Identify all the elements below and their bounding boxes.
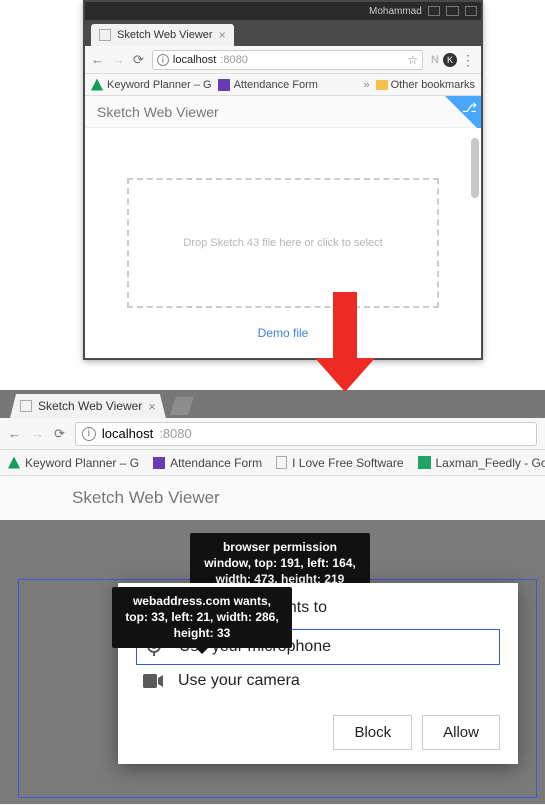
top-browser-window: Mohammad Sketch Web Viewer × ← → ⟳ i loc… xyxy=(83,0,483,360)
permission-row-camera: Use your camera xyxy=(136,665,500,697)
tooltip-inner-bounds: webaddress.com wants, top: 33, left: 21,… xyxy=(112,587,292,648)
close-window-button[interactable] xyxy=(465,6,477,16)
bookmark-star-icon[interactable]: ☆ xyxy=(407,53,418,67)
viewer-title: Sketch Web Viewer xyxy=(72,488,220,508)
url-port: :8080 xyxy=(159,426,192,441)
bookmark-keyword-planner[interactable]: Keyword Planner – G xyxy=(91,79,212,91)
close-tab-button[interactable]: × xyxy=(148,399,156,414)
new-tab-button[interactable] xyxy=(170,397,194,415)
camera-icon xyxy=(142,674,164,688)
site-info-icon[interactable]: i xyxy=(157,54,169,66)
minimize-button[interactable] xyxy=(428,6,440,16)
permission-cam-label: Use your camera xyxy=(178,672,300,690)
back-button[interactable]: ← xyxy=(91,52,104,67)
file-dropzone[interactable]: Drop Sketch 43 file here or click to sel… xyxy=(127,178,439,308)
window-user-label: Mohammad xyxy=(369,6,422,17)
demo-file-link[interactable]: Demo file xyxy=(258,326,309,340)
back-button[interactable]: ← xyxy=(8,426,21,441)
tab-strip: Sketch Web Viewer × xyxy=(0,390,545,418)
window-titlebar: Mohammad xyxy=(85,2,481,20)
github-corner[interactable]: ⎇ xyxy=(445,96,481,132)
bookmark-attendance-form[interactable]: Attendance Form xyxy=(218,79,318,91)
other-bookmarks-label: Other bookmarks xyxy=(391,79,475,91)
omnibox[interactable]: i localhost :8080 xyxy=(75,422,537,446)
tab-title: Sketch Web Viewer xyxy=(38,399,142,413)
scrollbar-thumb[interactable] xyxy=(471,138,479,198)
permission-actions: Block Allow xyxy=(136,715,500,750)
google-forms-icon xyxy=(218,79,230,91)
dropzone-text: Drop Sketch 43 file here or click to sel… xyxy=(183,237,382,249)
extension-icons: N K ⋮ xyxy=(431,53,475,67)
omnibox[interactable]: i localhost :8080 ☆ xyxy=(152,50,423,70)
adwords-icon xyxy=(91,79,103,91)
page-icon xyxy=(99,29,111,41)
forward-button[interactable]: → xyxy=(31,426,44,441)
red-arrow-annotation xyxy=(315,292,375,400)
profile-avatar-icon[interactable]: K xyxy=(443,53,457,67)
viewer-header: Sketch Web Viewer xyxy=(0,476,545,520)
permission-overlay-area: browser permission window, top: 191, lef… xyxy=(0,520,545,804)
reload-button[interactable]: ⟳ xyxy=(54,426,65,442)
allow-button[interactable]: Allow xyxy=(422,715,500,750)
tooltip-text: browser permission window, top: 191, lef… xyxy=(204,540,356,586)
bookmark-ilfs[interactable]: I Love Free Software xyxy=(276,456,403,470)
reload-button[interactable]: ⟳ xyxy=(133,52,144,68)
vertical-scrollbar[interactable] xyxy=(469,128,479,358)
google-forms-icon xyxy=(153,457,165,469)
page-icon xyxy=(20,400,32,412)
bookmark-label: I Love Free Software xyxy=(292,456,403,470)
url-port: :8080 xyxy=(220,54,248,66)
bookmark-label: Attendance Form xyxy=(170,456,262,470)
browser-tab[interactable]: Sketch Web Viewer × xyxy=(91,24,234,46)
bookmark-label: Keyword Planner – G xyxy=(107,79,212,91)
address-bar: ← → ⟳ i localhost :8080 ☆ N K ⋮ xyxy=(85,46,481,74)
bookmarks-bar: Keyword Planner – G Attendance Form I Lo… xyxy=(0,450,545,476)
adwords-icon xyxy=(8,457,20,469)
maximize-button[interactable] xyxy=(446,6,458,16)
google-sheets-icon xyxy=(418,456,431,469)
bookmark-attendance-form[interactable]: Attendance Form xyxy=(153,456,262,470)
address-bar: ← → ⟳ i localhost :8080 xyxy=(0,418,545,450)
bookmark-label: Laxman_Feedly - Goo xyxy=(436,456,545,470)
page-icon xyxy=(276,456,287,469)
github-icon: ⎇ xyxy=(462,100,477,116)
bookmark-laxman-feedly[interactable]: Laxman_Feedly - Goo xyxy=(418,456,545,470)
bookmarks-overflow-button[interactable]: » xyxy=(364,79,370,91)
bottom-browser-window: Sketch Web Viewer × ← → ⟳ i localhost :80… xyxy=(0,390,545,520)
tab-strip: Sketch Web Viewer × xyxy=(85,20,481,46)
folder-icon xyxy=(376,80,388,90)
browser-tab[interactable]: Sketch Web Viewer × xyxy=(10,394,166,418)
bookmarks-bar: Keyword Planner – G Attendance Form » Ot… xyxy=(85,74,481,96)
site-info-icon[interactable]: i xyxy=(82,427,96,441)
chrome-menu-button[interactable]: ⋮ xyxy=(461,53,475,67)
forward-button[interactable]: → xyxy=(112,52,125,67)
bookmark-label: Attendance Form xyxy=(234,79,318,91)
url-host: localhost xyxy=(173,54,216,66)
bookmark-keyword-planner[interactable]: Keyword Planner – G xyxy=(8,456,139,470)
close-tab-button[interactable]: × xyxy=(219,28,226,42)
other-bookmarks-button[interactable]: Other bookmarks xyxy=(376,79,475,91)
demo-link-row: Demo file xyxy=(105,318,461,344)
tab-title: Sketch Web Viewer xyxy=(117,29,213,41)
viewer-title: Sketch Web Viewer xyxy=(97,104,219,120)
tooltip-text: webaddress.com wants, top: 33, left: 21,… xyxy=(125,594,278,640)
block-button[interactable]: Block xyxy=(333,715,412,750)
viewer-header: Sketch Web Viewer ⎇ xyxy=(85,96,481,128)
bookmark-label: Keyword Planner – G xyxy=(25,456,139,470)
viewer-body: Drop Sketch 43 file here or click to sel… xyxy=(85,128,481,358)
extension-n-icon[interactable]: N xyxy=(431,54,439,66)
url-host: localhost xyxy=(102,426,153,441)
